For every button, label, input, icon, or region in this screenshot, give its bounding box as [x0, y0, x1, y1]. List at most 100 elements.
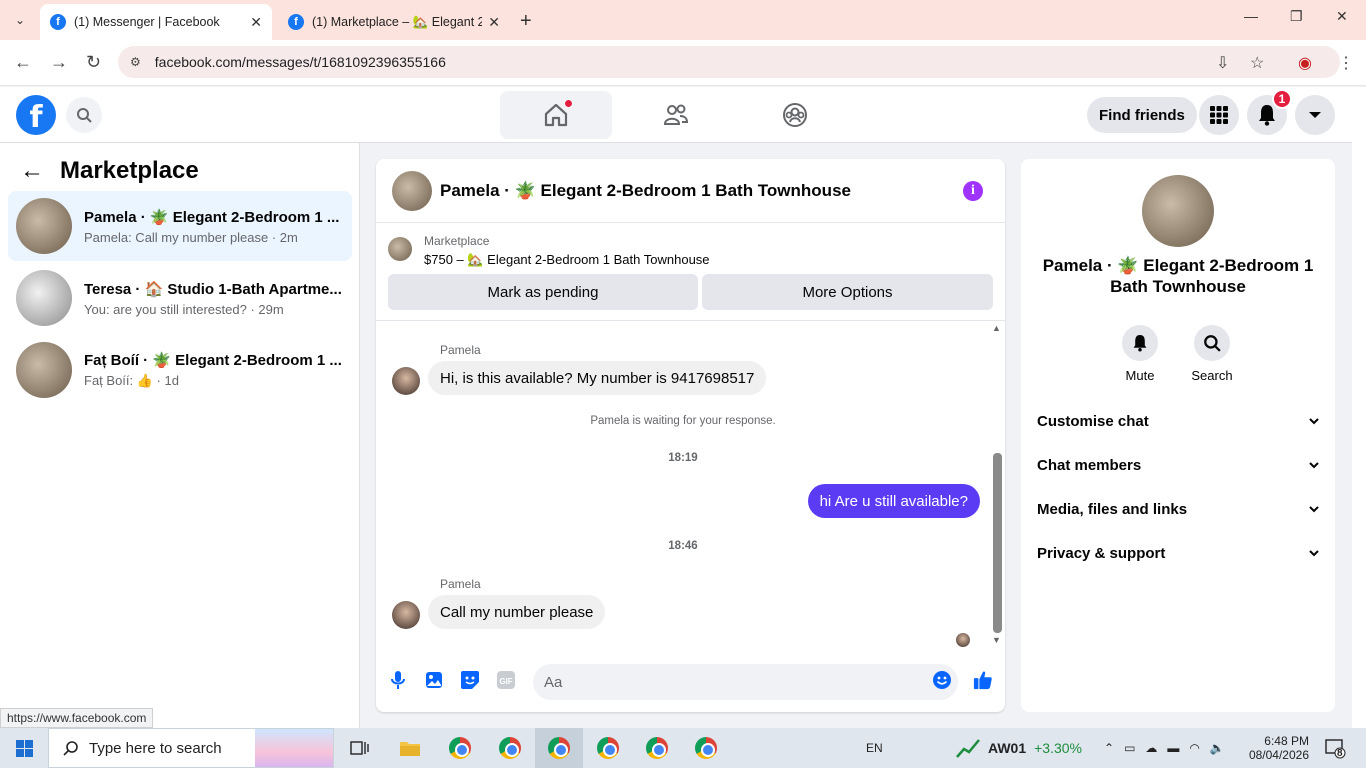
scrollbar-thumb[interactable] — [993, 453, 1002, 633]
chrome-icon[interactable] — [446, 734, 474, 762]
url-field[interactable]: ⚙ facebook.com/messages/t/16810923963551… — [118, 46, 1340, 78]
chrome-icon-active[interactable] — [535, 728, 583, 768]
nav-friends-tab[interactable] — [620, 91, 732, 139]
search-icon — [77, 108, 92, 123]
chrome-icon[interactable] — [692, 734, 720, 762]
friends-icon — [663, 104, 689, 125]
thumbs-up-icon[interactable] — [973, 670, 993, 690]
chrome-icon[interactable] — [643, 734, 671, 762]
restore-icon[interactable]: ❐ — [1290, 8, 1303, 25]
gif-icon[interactable]: GIF — [496, 670, 516, 690]
nav-groups-tab[interactable] — [739, 91, 851, 139]
account-menu-button[interactable] — [1295, 95, 1335, 135]
scroll-down-arrow-icon[interactable]: ▼ — [992, 635, 1001, 645]
minimize-icon[interactable]: — — [1244, 8, 1258, 24]
conversation-item[interactable]: Faț Boíí · 🪴 Elegant 2-Bedroom 1 ... Faț… — [8, 335, 352, 405]
media-files-links-section[interactable]: Media, files and links — [1037, 487, 1319, 531]
search-highlight-image — [255, 729, 333, 767]
taskbar-search-placeholder: Type here to search — [89, 739, 222, 757]
facebook-favicon-icon: f — [50, 14, 66, 30]
section-label: Customise chat — [1037, 412, 1149, 430]
close-tab-icon[interactable]: ✕ — [250, 14, 262, 31]
reload-icon[interactable]: ↻ — [86, 52, 101, 73]
contact-avatar[interactable] — [1142, 175, 1214, 247]
chevron-down-icon — [1309, 112, 1321, 118]
close-tab-icon[interactable]: ✕ — [488, 14, 500, 31]
mark-as-pending-button[interactable]: Mark as pending — [388, 274, 698, 310]
file-explorer-icon[interactable] — [396, 734, 424, 762]
site-info-icon[interactable]: ⚙ — [130, 55, 141, 69]
chevron-down-icon — [1309, 417, 1319, 424]
chevron-up-icon[interactable]: ⌃ — [1104, 741, 1114, 755]
battery-icon[interactable]: ▬ — [1167, 741, 1179, 755]
address-bar-row: ← → ↻ ⚙ facebook.com/messages/t/16810923… — [0, 40, 1366, 86]
chat-avatar[interactable] — [392, 170, 432, 211]
marketplace-conversations-panel: ← Marketplace Pamela · 🪴 Elegant 2-Bedro… — [0, 143, 360, 728]
conversation-item[interactable]: Pamela · 🪴 Elegant 2-Bedroom 1 ... Pamel… — [8, 191, 352, 261]
page-scrollbar[interactable] — [1352, 87, 1366, 728]
scroll-up-arrow-icon[interactable]: ▲ — [992, 323, 1001, 333]
privacy-support-section[interactable]: Privacy & support — [1037, 531, 1319, 575]
incoming-message: Call my number please — [428, 595, 606, 629]
speaker-icon[interactable]: 🔈 — [1210, 741, 1225, 755]
grid-icon — [1210, 106, 1228, 124]
tab-search-icon[interactable]: ⌄ — [8, 8, 32, 32]
more-options-button[interactable]: More Options — [702, 274, 993, 310]
back-icon[interactable]: ← — [14, 52, 32, 73]
chat-title[interactable]: Pamela · 🪴 Elegant 2-Bedroom 1 Bath Town… — [440, 181, 851, 201]
find-friends-button[interactable]: Find friends — [1087, 97, 1197, 133]
conversation-item[interactable]: Teresa · 🏠 Studio 1-Bath Apartme... You:… — [8, 263, 352, 333]
back-arrow-icon[interactable]: ← — [20, 157, 44, 185]
listing-price-title[interactable]: $750 – 🏡 Elegant 2-Bedroom 1 Bath Townho… — [424, 252, 710, 268]
browser-menu-icon[interactable]: ⋮ — [1338, 53, 1354, 73]
install-app-icon[interactable]: ⇩ — [1216, 53, 1229, 73]
sender-avatar[interactable] — [392, 367, 420, 395]
message-sender: Pamela — [440, 577, 481, 591]
new-tab-button[interactable]: + — [520, 10, 532, 33]
mute-action[interactable]: Mute — [1110, 325, 1170, 383]
notification-dot — [564, 99, 573, 108]
stock-widget[interactable]: AW01 +3.30% — [956, 728, 1082, 768]
windows-start-icon[interactable] — [16, 740, 33, 757]
photo-icon[interactable] — [424, 670, 444, 690]
stock-name: AW01 — [988, 740, 1027, 756]
bookmark-star-icon[interactable]: ☆ — [1250, 53, 1264, 73]
tab-marketplace[interactable]: f (1) Marketplace – 🏡 Elegant 2 ✕ — [278, 4, 510, 40]
chat-details-panel: Pamela · 🪴 Elegant 2-Bedroom 1 Bath Town… — [1021, 159, 1335, 712]
wifi-icon[interactable]: ◠ — [1189, 741, 1199, 755]
taskbar-search-box[interactable]: Type here to search — [48, 728, 334, 768]
customise-chat-section[interactable]: Customise chat — [1037, 399, 1319, 443]
timestamp: 18:19 — [668, 452, 698, 464]
emoji-icon[interactable] — [932, 670, 952, 690]
panel-header: ← Marketplace — [20, 157, 199, 185]
search-label: Search — [1191, 368, 1233, 383]
close-window-icon[interactable]: ✕ — [1336, 8, 1348, 25]
clock[interactable]: 6:48 PM 08/04/2026 — [1249, 728, 1309, 768]
message-input[interactable]: Aa — [533, 664, 958, 700]
notification-center-icon[interactable]: 8 — [1324, 728, 1346, 768]
sender-avatar[interactable] — [392, 601, 420, 629]
nav-home-tab[interactable] — [500, 91, 612, 139]
menu-grid-button[interactable] — [1199, 95, 1239, 135]
profile-icon[interactable]: ◉ — [1298, 53, 1312, 73]
info-icon[interactable]: i — [963, 181, 983, 201]
stock-change: +3.30% — [1034, 740, 1082, 756]
conversation-preview: Pamela: Call my number please · 2m — [84, 229, 298, 245]
tab-messenger[interactable]: f (1) Messenger | Facebook ✕ — [40, 4, 272, 40]
microphone-icon[interactable] — [388, 670, 408, 690]
chrome-icon[interactable] — [496, 734, 524, 762]
conversation-name: Pamela · 🪴 Elegant 2-Bedroom 1 ... — [84, 208, 340, 226]
chrome-icon[interactable] — [594, 734, 622, 762]
language-indicator[interactable]: EN — [866, 728, 883, 768]
search-button[interactable] — [66, 97, 102, 133]
message-composer: GIF Aa — [376, 656, 1005, 712]
search-action[interactable]: Search — [1182, 325, 1242, 383]
cloud-icon[interactable]: ☁ — [1145, 741, 1157, 755]
forward-icon[interactable]: → — [50, 52, 68, 73]
sticker-icon[interactable] — [460, 670, 480, 690]
device-icon[interactable]: ▭ — [1124, 741, 1135, 755]
task-view-icon[interactable] — [346, 734, 374, 762]
facebook-logo[interactable]: f — [16, 95, 56, 135]
chat-scrollbar[interactable]: ▲ ▼ — [990, 321, 1005, 656]
chat-members-section[interactable]: Chat members — [1037, 443, 1319, 487]
